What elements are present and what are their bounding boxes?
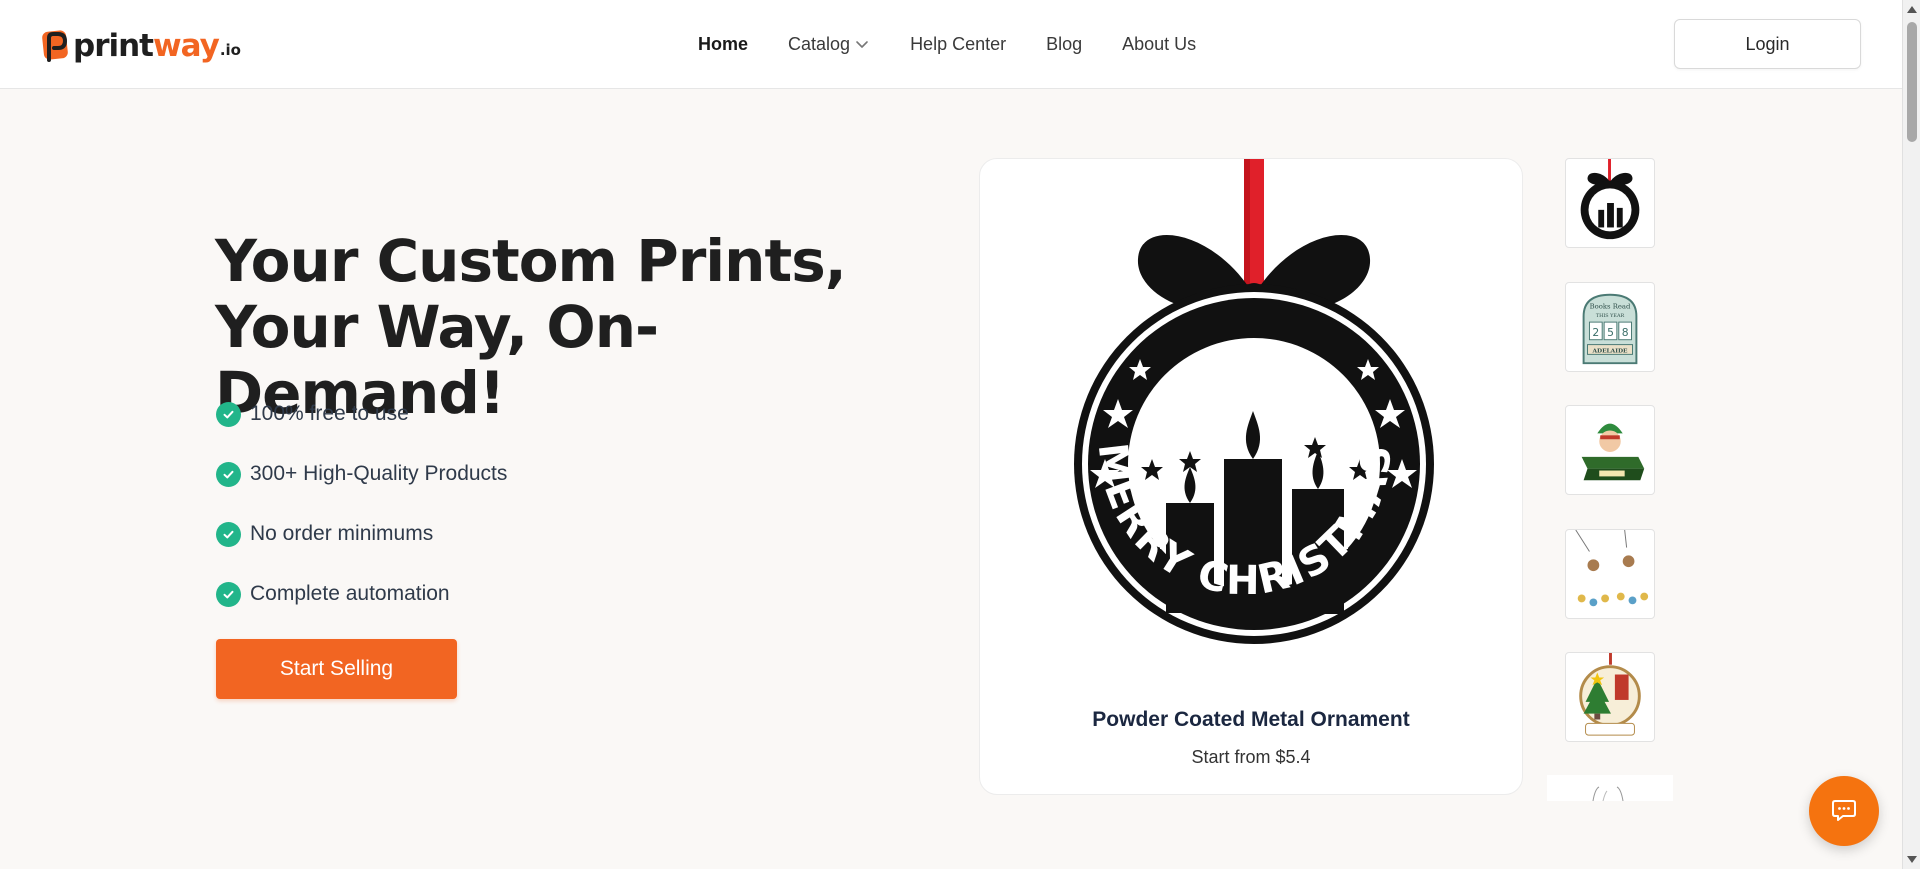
start-selling-button[interactable]: Start Selling: [216, 639, 457, 699]
svg-text:THIS YEAR: THIS YEAR: [1596, 313, 1625, 319]
nav-blog[interactable]: Blog: [1046, 34, 1082, 55]
nav-help-center[interactable]: Help Center: [910, 34, 1006, 55]
main-nav: Home Catalog Help Center Blog About Us: [698, 31, 1196, 57]
scroll-up-icon[interactable]: [1907, 6, 1917, 13]
page-scrollbar[interactable]: [1902, 0, 1920, 869]
christmas-tree-ornament-icon: [1579, 653, 1641, 736]
feature-text: No order minimums: [250, 522, 434, 545]
thumbnail-books-read-sign[interactable]: Books Read THIS YEAR 2 5 8 ADELAIDE: [1565, 282, 1655, 372]
christmas-ornament-icon: [1580, 159, 1640, 240]
svg-text:ADELAIDE: ADELAIDE: [1591, 347, 1628, 354]
chat-icon: [1832, 800, 1856, 821]
check-circle-icon: [216, 461, 241, 487]
thumbnail-christmas-ornament[interactable]: [1565, 158, 1655, 248]
christmas-ornament-image: MERRY CHRISTMAS: [1074, 159, 1434, 644]
feature-item: 300+ High-Quality Products: [216, 456, 507, 492]
hero-title-line-1: Your Custom Prints,: [215, 227, 847, 295]
chat-button[interactable]: [1809, 776, 1879, 846]
svg-text:2: 2: [1592, 326, 1599, 339]
feature-text: 100% free to use: [250, 402, 409, 425]
site-header: printway .io Home Catalog Help Center Bl…: [0, 0, 1902, 89]
thumbnail-christmas-tree-ornament[interactable]: [1565, 652, 1655, 742]
scroll-down-icon[interactable]: [1907, 856, 1917, 863]
thumbnail-elf-box[interactable]: [1565, 405, 1655, 495]
chevron-down-icon: [856, 41, 868, 48]
feature-item: 100% free to use: [216, 396, 507, 432]
moon-ornaments-icon: [1575, 530, 1649, 607]
feature-text: 300+ High-Quality Products: [250, 462, 508, 485]
check-circle-icon: [216, 521, 241, 547]
nav-catalog[interactable]: Catalog: [788, 34, 870, 55]
elf-box-icon: [1581, 423, 1645, 481]
feature-list: 100% free to use 300+ High-Quality Produ…: [216, 396, 507, 636]
feature-item: No order minimums: [216, 516, 507, 552]
product-card[interactable]: MERRY CHRISTMAS Powder Coated Metal Orna…: [979, 158, 1523, 795]
feature-text: Complete automation: [250, 582, 450, 605]
svg-text:Books Read: Books Read: [1590, 302, 1631, 310]
thumbnail-moon-ornaments[interactable]: [1565, 529, 1655, 619]
nav-about-us[interactable]: About Us: [1122, 34, 1196, 55]
nav-catalog-label: Catalog: [788, 33, 851, 54]
login-button[interactable]: Login: [1674, 19, 1861, 69]
logo-wordmark: printway: [73, 28, 220, 64]
books-read-sign-icon: Books Read THIS YEAR 2 5 8 ADELAIDE: [1582, 293, 1638, 365]
svg-text:5: 5: [1607, 326, 1614, 339]
logo-suffix: .io: [219, 41, 241, 59]
svg-text:8: 8: [1622, 326, 1629, 339]
printway-logo[interactable]: printway .io: [41, 24, 241, 64]
nav-home[interactable]: Home: [698, 34, 748, 55]
product-name[interactable]: Powder Coated Metal Ornament: [980, 708, 1522, 732]
partial-thumbnail-icon: [1592, 786, 1624, 801]
thumbnail-partial[interactable]: [1547, 775, 1673, 801]
scroll-thumb[interactable]: [1907, 22, 1917, 142]
product-price: Start from $5.4: [1191, 747, 1311, 767]
check-circle-icon: [216, 401, 241, 427]
logo-p-icon: [41, 28, 71, 64]
check-circle-icon: [216, 581, 241, 607]
feature-item: Complete automation: [216, 576, 507, 612]
